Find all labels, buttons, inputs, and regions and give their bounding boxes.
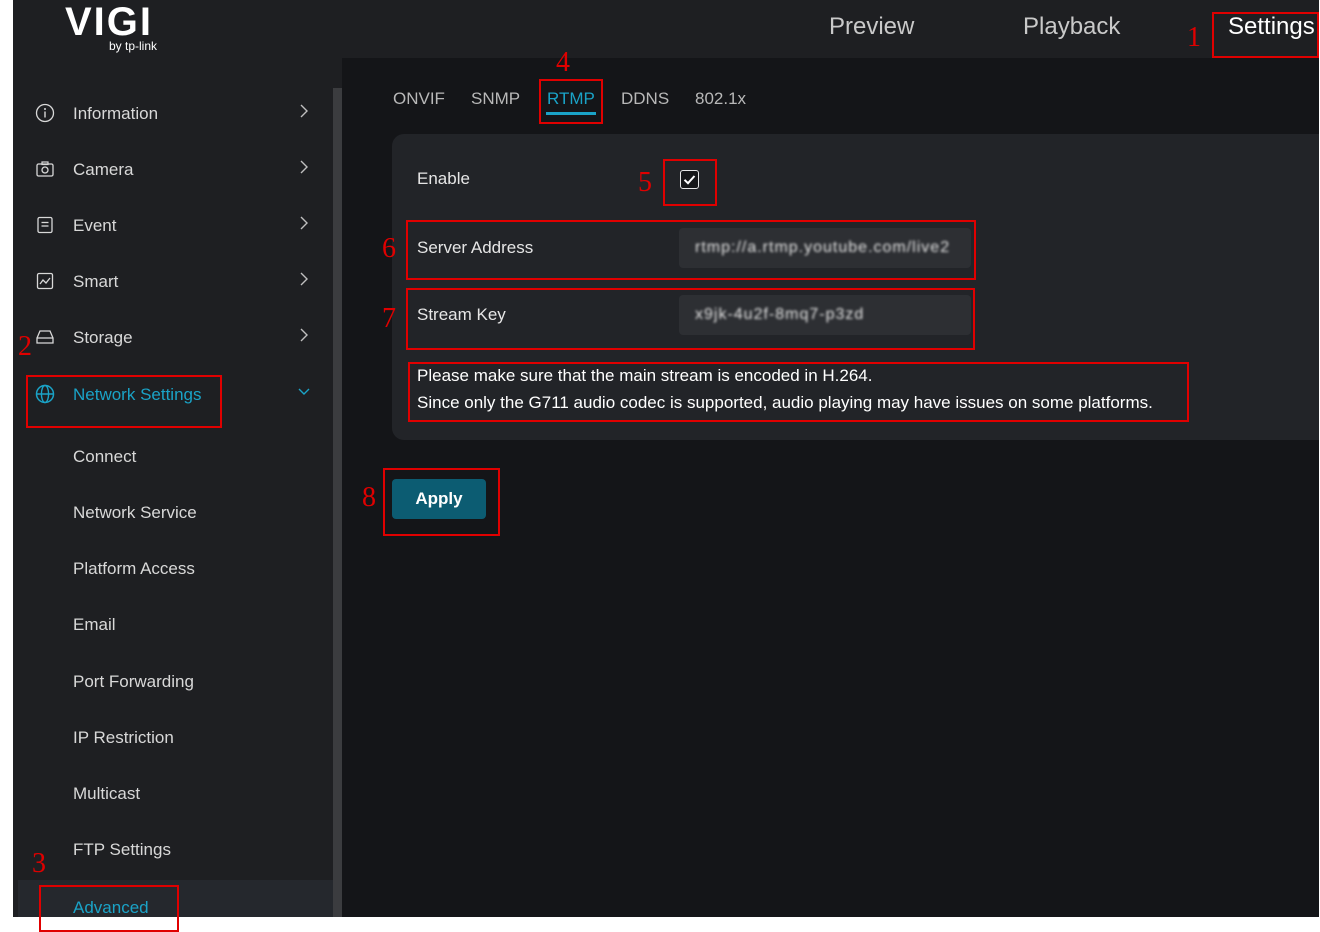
annotation-number-6: 6 [382,233,396,264]
nav-preview[interactable]: Preview [829,12,914,42]
annotation-box-note [408,362,1189,422]
tab-802-1x[interactable]: 802.1x [695,88,746,110]
chevron-right-icon [300,216,308,230]
sidebar-subitem-email[interactable]: Email [13,597,333,653]
sidebar-subitem-network-service[interactable]: Network Service [13,485,333,541]
info-icon [35,103,55,123]
annotation-box-5 [663,159,717,206]
annotation-box-6 [406,220,976,280]
tab-onvif[interactable]: ONVIF [393,88,445,110]
sidebar-item-smart[interactable]: Smart [13,254,333,310]
sidebar-item-information[interactable]: Information [13,86,333,142]
sidebar-subitem-label: Multicast [73,784,141,803]
camera-icon [36,161,54,177]
top-bar: VIGI by tp-link Preview Playback Setting… [13,0,1319,58]
annotation-number-1: 1 [1187,22,1201,53]
annotation-box-3 [39,885,179,932]
annotation-number-7: 7 [382,303,396,334]
annotation-number-3: 3 [32,848,46,879]
vigi-logo: VIGI by tp-link [65,2,177,54]
sidebar-subitem-label: Email [73,615,116,634]
chevron-right-icon [300,160,308,174]
sidebar-subitem-ftp-settings[interactable]: FTP Settings [13,822,333,878]
app-window: VIGI by tp-link Preview Playback Setting… [13,0,1319,917]
logo-text: VIGI [65,0,154,44]
annotation-box-4 [539,79,603,124]
sidebar-subitem-label: Network Service [73,503,197,522]
sidebar-subitem-port-forwarding[interactable]: Port Forwarding [13,654,333,710]
annotation-number-2: 2 [18,331,32,362]
sidebar-item-storage[interactable]: Storage [13,310,333,366]
nav-playback[interactable]: Playback [1023,12,1120,42]
annotation-box-7 [406,288,975,350]
sidebar-scrollbar[interactable] [333,88,342,917]
sidebar-item-label: Storage [73,328,133,347]
sidebar-subitem-connect[interactable]: Connect [13,429,333,485]
sidebar-subitem-ip-restriction[interactable]: IP Restriction [13,710,333,766]
sidebar: Information Camera Event Smart Storage N… [13,58,333,917]
smart-icon [36,272,54,290]
tab-snmp[interactable]: SNMP [471,88,520,110]
chevron-down-icon [298,388,310,395]
sidebar-subitem-multicast[interactable]: Multicast [13,766,333,822]
sidebar-subitem-label: Platform Access [73,559,195,578]
annotation-box-2 [26,375,222,428]
annotation-box-1 [1212,12,1319,58]
sidebar-item-event[interactable]: Event [13,198,333,254]
event-icon [37,216,53,234]
annotation-number-4: 4 [556,47,570,78]
sidebar-subitem-label: IP Restriction [73,728,174,747]
enable-label: Enable [417,169,470,188]
chevron-right-icon [300,328,308,342]
tab-ddns[interactable]: DDNS [621,88,669,110]
annotation-number-8: 8 [362,482,376,513]
sidebar-item-label: Event [73,216,117,235]
chevron-right-icon [300,104,308,118]
sidebar-item-label: Smart [73,272,119,291]
sidebar-subitem-label: FTP Settings [73,840,171,859]
annotation-number-5: 5 [638,167,652,198]
sidebar-subitem-label: Connect [73,447,137,466]
annotation-box-8 [383,468,500,536]
logo-subtext: by tp-link [109,39,158,53]
sidebar-subitem-label: Port Forwarding [73,672,194,691]
storage-icon [36,330,54,344]
sidebar-item-label: Camera [73,160,134,179]
sidebar-item-camera[interactable]: Camera [13,142,333,198]
sidebar-item-label: Information [73,104,159,123]
chevron-right-icon [300,272,308,286]
sidebar-subitem-platform-access[interactable]: Platform Access [13,541,333,597]
